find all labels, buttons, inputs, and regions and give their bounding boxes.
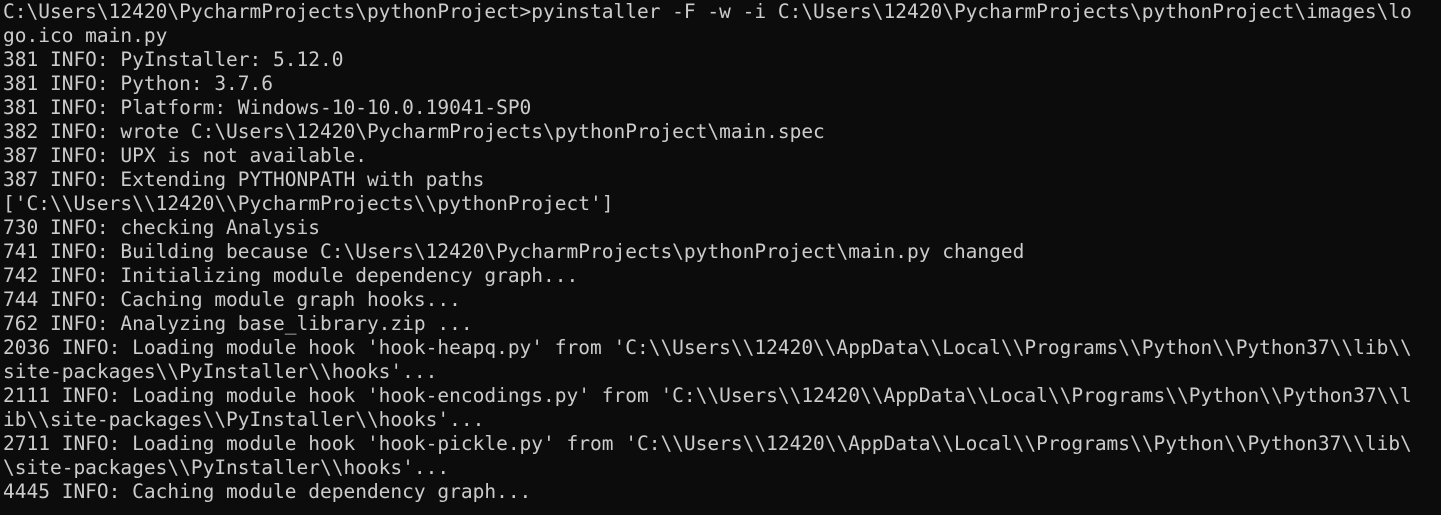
- console-line: 741 INFO: Building because C:\Users\1242…: [3, 240, 1025, 263]
- console-line: 387 INFO: Extending PYTHONPATH with path…: [3, 168, 485, 191]
- console-line: 381 INFO: Python: 3.7.6: [3, 72, 274, 95]
- console-line-command: C:\Users\12420\PycharmProjects\pythonPro…: [3, 0, 1412, 23]
- console-line: 762 INFO: Analyzing base_library.zip ...: [3, 312, 473, 335]
- console-line: ib\\site-packages\\PyInstaller\\hooks'..…: [3, 408, 485, 431]
- console-line: 381 INFO: PyInstaller: 5.12.0: [3, 48, 344, 71]
- console-line: 2036 INFO: Loading module hook 'hook-hea…: [3, 336, 1412, 359]
- console-line: \site-packages\\PyInstaller\\hooks'...: [3, 456, 450, 479]
- console-line: 4445 INFO: Caching module dependency gra…: [3, 480, 532, 503]
- console-line: 381 INFO: Platform: Windows-10-10.0.1904…: [3, 96, 532, 119]
- console-line: ['C:\\Users\\12420\\PycharmProjects\\pyt…: [3, 192, 614, 215]
- console-line: 730 INFO: checking Analysis: [3, 216, 320, 239]
- terminal-output[interactable]: C:\Users\12420\PycharmProjects\pythonPro…: [0, 0, 1441, 515]
- console-line: 2111 INFO: Loading module hook 'hook-enc…: [3, 384, 1412, 407]
- console-line: 742 INFO: Initializing module dependency…: [3, 264, 579, 287]
- console-line: 744 INFO: Caching module graph hooks...: [3, 288, 461, 311]
- console-line: 387 INFO: UPX is not available.: [3, 144, 367, 167]
- console-line-command-wrap: go.ico main.py: [3, 24, 168, 47]
- console-line: 2711 INFO: Loading module hook 'hook-pic…: [3, 432, 1412, 455]
- console-line: site-packages\\PyInstaller\\hooks'...: [3, 360, 438, 383]
- console-line: 382 INFO: wrote C:\Users\12420\PycharmPr…: [3, 120, 825, 143]
